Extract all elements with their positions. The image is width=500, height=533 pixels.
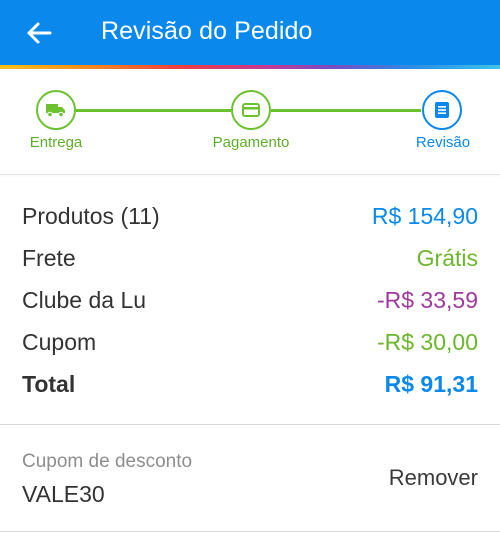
summary-value: -R$ 33,59 — [376, 286, 478, 313]
summary-label: Frete — [22, 244, 76, 271]
summary-row-frete: Frete Grátis — [22, 241, 478, 275]
step-connector — [271, 109, 421, 112]
coupon-code: VALE30 — [22, 481, 105, 507]
summary-label: Clube da Lu — [22, 286, 147, 313]
step-pagamento[interactable] — [231, 90, 271, 130]
credit-card-icon — [242, 103, 260, 117]
step-connector — [75, 109, 231, 112]
back-button[interactable] — [22, 16, 56, 50]
divider — [0, 174, 500, 175]
summary-value: -R$ 30,00 — [376, 328, 478, 355]
summary-value: Grátis — [416, 244, 478, 271]
summary-value: R$ 154,90 — [371, 202, 478, 229]
coupon-label: Cupom de desconto — [22, 451, 193, 472]
step-entrega[interactable] — [36, 90, 76, 130]
truck-icon — [46, 104, 65, 118]
checkout-stepper: Entrega Pagamento Revisão — [0, 69, 500, 174]
document-icon — [435, 102, 449, 118]
total-value: R$ 91,31 — [384, 370, 478, 397]
summary-row-clube-da-lu: Clube da Lu -R$ 33,59 — [22, 283, 478, 317]
summary-row-produtos: Produtos (11) R$ 154,90 — [22, 199, 478, 233]
app-header: Revisão do Pedido — [0, 0, 500, 65]
summary-label: Produtos (11) — [22, 202, 160, 229]
order-review-screen: Revisão do Pedido Entrega Pagamento Revi… — [0, 0, 500, 533]
remove-coupon-button[interactable]: Remover — [370, 465, 478, 495]
page-title: Revisão do Pedido — [101, 17, 313, 45]
summary-label: Cupom — [22, 328, 97, 355]
summary-row-total: Total R$ 91,31 — [22, 367, 478, 401]
arrow-left-icon — [27, 22, 52, 44]
coupon-section: Cupom de desconto VALE30 Remover — [0, 425, 500, 533]
summary-row-cupom: Cupom -R$ 30,00 — [22, 325, 478, 359]
step-revisao[interactable] — [422, 90, 462, 130]
total-label: Total — [22, 370, 76, 397]
step-label-revisao: Revisão — [415, 134, 471, 151]
step-label-entrega: Entrega — [29, 134, 83, 151]
step-label-pagamento: Pagamento — [212, 134, 290, 151]
divider — [0, 531, 500, 532]
